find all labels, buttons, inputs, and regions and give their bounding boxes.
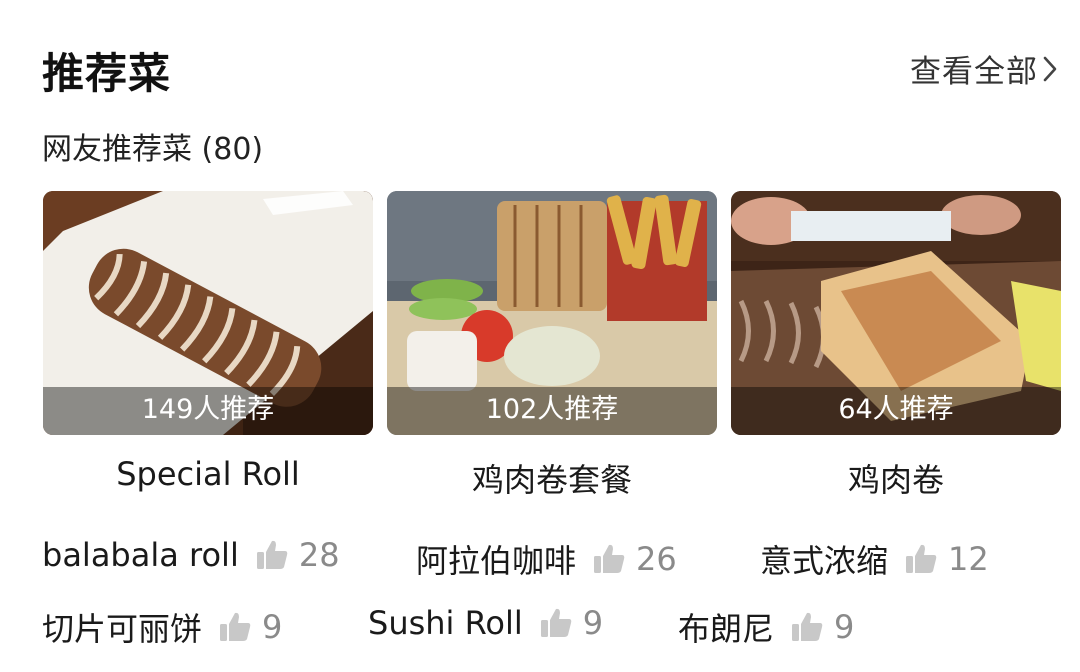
recommend-badge: 149人推荐 [43, 387, 373, 435]
dish-card-name[interactable]: 鸡肉卷套餐 [387, 455, 717, 501]
thumbs-up-icon [540, 608, 572, 637]
dish-tag[interactable]: 切片可丽饼 9 [42, 604, 282, 650]
section-title: 推荐菜 [42, 49, 172, 98]
dish-tag-name: 阿拉伯咖啡 [416, 542, 577, 580]
section-header: 推荐菜 查看全部 [42, 36, 1058, 98]
dish-tag-count: 9 [582, 604, 604, 642]
dish-tag[interactable]: Sushi Roll 9 [368, 604, 603, 642]
chevron-right-icon [1043, 56, 1057, 81]
dish-tag-count: 28 [298, 536, 340, 574]
dish-tag-name: Sushi Roll [368, 604, 523, 642]
thumbs-up-icon [594, 544, 625, 573]
dish-tag-count: 26 [636, 540, 677, 578]
dish-card-chicken-roll-set[interactable]: 102人推荐 [387, 191, 717, 435]
recommend-count-subtitle: 网友推荐菜 (80) [42, 132, 264, 167]
dish-tag-count: 12 [948, 540, 989, 578]
dish-card-special-roll[interactable]: 149人推荐 [43, 191, 373, 435]
recommend-badge: 102人推荐 [387, 387, 717, 435]
thumbs-up-icon [256, 540, 288, 569]
dish-card-name[interactable]: 鸡肉卷 [731, 455, 1061, 501]
view-all-link[interactable]: 查看全部 [910, 46, 1058, 91]
dish-card-name[interactable]: Special Roll [43, 455, 373, 493]
thumbs-up-icon [220, 612, 251, 641]
dish-tag[interactable]: balabala roll 28 [42, 536, 340, 574]
dish-tag-name: 布朗尼 [678, 610, 775, 648]
dish-tag-count: 9 [834, 608, 855, 646]
dish-tag-name: balabala roll [42, 536, 239, 574]
thumbs-up-icon [792, 612, 823, 641]
thumbs-up-icon [906, 544, 937, 573]
dish-tag[interactable]: 意式浓缩 12 [760, 536, 989, 582]
dish-tag-count: 9 [262, 608, 283, 646]
dish-card-chicken-roll[interactable]: 64人推荐 [731, 191, 1061, 435]
dish-tag[interactable]: 布朗尼 9 [678, 604, 854, 650]
dish-tag-name: 意式浓缩 [760, 542, 889, 580]
view-all-label: 查看全部 [910, 54, 1038, 90]
dish-tag[interactable]: 阿拉伯咖啡 26 [416, 536, 677, 582]
dish-tag-name: 切片可丽饼 [42, 610, 203, 648]
recommend-badge: 64人推荐 [731, 387, 1061, 435]
